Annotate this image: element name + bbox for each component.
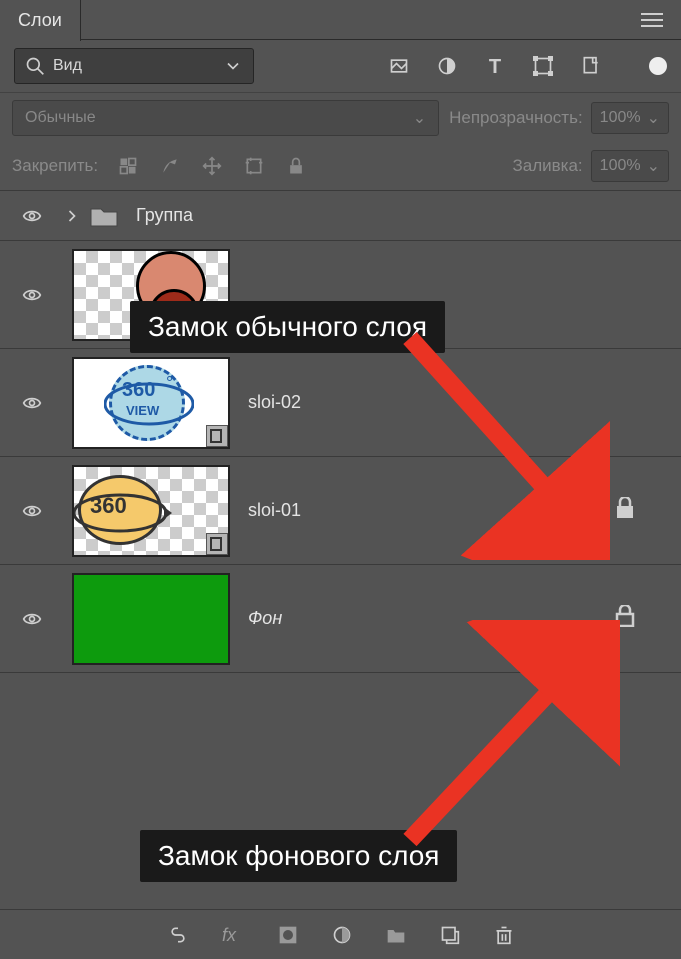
chevron-right-icon[interactable] [62, 206, 82, 226]
layer-kind-select[interactable]: Вид [14, 48, 254, 84]
visibility-toggle[interactable] [10, 501, 54, 521]
visibility-toggle[interactable] [10, 206, 54, 226]
layer-name: Фон [248, 608, 282, 629]
adjustment-filter-icon[interactable] [437, 56, 457, 76]
layer-lock-icon[interactable] [615, 497, 635, 524]
search-icon [25, 56, 45, 76]
lock-fill-row: Закрепить: Заливка: 100%⌄ [0, 142, 681, 190]
lock-label: Закрепить: [12, 156, 98, 176]
filter-toggle[interactable] [649, 57, 667, 75]
link-layers-icon[interactable] [168, 925, 188, 945]
shape-filter-icon[interactable] [533, 56, 553, 76]
blend-mode-value: Обычные [25, 109, 96, 127]
layer-thumbnail[interactable]: 360 [72, 465, 230, 557]
layer-group-row[interactable]: Группа [0, 191, 681, 241]
layer-thumbnail[interactable]: 360 ° VIEW [72, 357, 230, 449]
arrow-to-background-lock [390, 620, 620, 860]
visibility-toggle[interactable] [10, 609, 54, 629]
blend-mode-select[interactable]: Обычные ⌄ [12, 100, 439, 136]
svg-text:fx: fx [222, 925, 237, 945]
layer-name: Группа [136, 205, 193, 226]
eye-icon [22, 501, 42, 521]
blend-opacity-row: Обычные ⌄ Непрозрачность: 100%⌄ [0, 92, 681, 142]
layer-style-icon[interactable]: fx [222, 925, 244, 945]
layer-thumbnail[interactable] [72, 573, 230, 665]
lock-all-icon[interactable] [286, 156, 306, 176]
folder-icon [90, 205, 118, 227]
svg-text:T: T [489, 56, 501, 76]
layers-panel-bottom-bar: fx [0, 909, 681, 959]
lock-image-icon[interactable] [160, 156, 180, 176]
lock-icon [615, 497, 635, 519]
filter-row: Вид T [0, 40, 681, 92]
smart-object-badge [206, 425, 228, 447]
delete-layer-icon[interactable] [494, 925, 514, 945]
arrow-to-regular-lock [390, 320, 610, 560]
type-filter-icon[interactable]: T [485, 56, 505, 76]
smart-object-badge [206, 533, 228, 555]
smart-object-filter-icon[interactable] [581, 56, 601, 76]
lock-transparency-icon[interactable] [118, 156, 138, 176]
new-adjustment-icon[interactable] [332, 925, 352, 945]
layers-tab[interactable]: Слои [0, 0, 81, 41]
opacity-value: 100% [600, 109, 641, 127]
eye-icon [22, 393, 42, 413]
lock-position-icon[interactable] [202, 156, 222, 176]
layer-name: sloi-02 [248, 392, 301, 413]
panel-menu-button[interactable] [623, 0, 681, 39]
eye-icon [22, 206, 42, 226]
add-mask-icon[interactable] [278, 925, 298, 945]
panel-header: Слои [0, 0, 681, 40]
chevron-down-icon [223, 56, 243, 76]
eye-icon [22, 285, 42, 305]
opacity-label: Непрозрачность: [449, 108, 583, 128]
fill-label: Заливка: [513, 156, 583, 176]
eye-icon [22, 609, 42, 629]
new-layer-icon[interactable] [440, 925, 460, 945]
layer-kind-label: Вид [53, 57, 215, 75]
layer-name: sloi-01 [248, 500, 301, 521]
lock-artboard-icon[interactable] [244, 156, 264, 176]
visibility-toggle[interactable] [10, 285, 54, 305]
visibility-toggle[interactable] [10, 393, 54, 413]
new-group-icon[interactable] [386, 925, 406, 945]
fill-value: 100% [600, 157, 641, 175]
fill-input[interactable]: 100%⌄ [591, 150, 669, 182]
menu-icon [641, 12, 663, 28]
opacity-input[interactable]: 100%⌄ [591, 102, 669, 134]
pixel-layer-filter-icon[interactable] [389, 56, 409, 76]
